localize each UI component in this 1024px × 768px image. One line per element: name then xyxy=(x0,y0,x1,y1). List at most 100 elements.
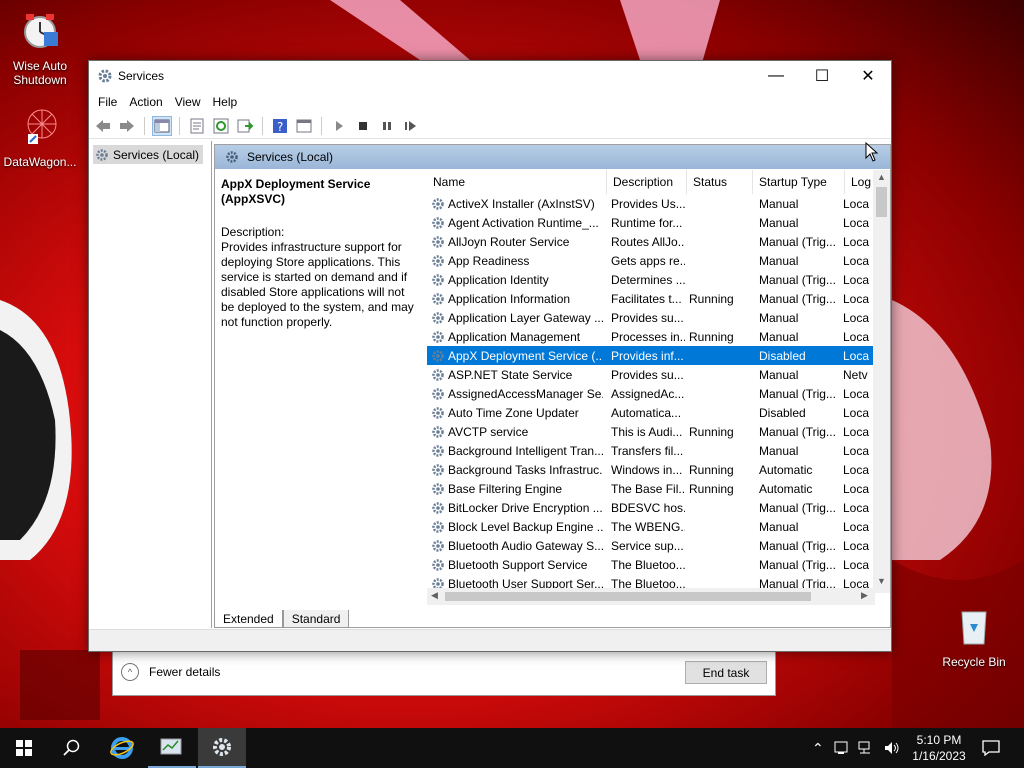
service-row[interactable]: Bluetooth Audio Gateway S... Service sup.… xyxy=(427,536,875,555)
refresh-icon[interactable] xyxy=(211,116,231,136)
menu-help[interactable]: Help xyxy=(207,95,244,109)
scroll-down-icon[interactable]: ▼ xyxy=(877,576,886,586)
close-button[interactable]: ✕ xyxy=(845,61,891,91)
stop-service-icon[interactable] xyxy=(353,116,373,136)
taskbar: ⌃ 5:10 PM 1/16/2023 xyxy=(0,728,1024,768)
service-row[interactable]: Base Filtering Engine The Base Fil... Runn… xyxy=(427,479,875,498)
description-label: Description: xyxy=(221,225,285,239)
notifications-button[interactable] xyxy=(968,728,1014,768)
scroll-up-icon[interactable]: ▲ xyxy=(877,172,886,182)
scroll-left-icon[interactable]: ◀ xyxy=(431,590,438,601)
restart-service-icon[interactable] xyxy=(401,116,421,136)
service-row[interactable]: ActiveX Installer (AxInstSV) Provides Us.… xyxy=(427,194,875,213)
service-name: Base Filtering Engine xyxy=(448,481,563,496)
fewer-details-toggle[interactable]: ^ Fewer details xyxy=(121,663,220,681)
service-gear-icon xyxy=(432,235,444,248)
service-row[interactable]: AssignedAccessManager Se... AssignedAc...… xyxy=(427,384,875,403)
back-arrow-icon[interactable] xyxy=(93,116,113,136)
service-logon-cell: Loca xyxy=(843,538,869,553)
service-logon-cell: Loca xyxy=(843,215,869,230)
service-row[interactable]: BitLocker Drive Encryption ... BDESVC hos… xyxy=(427,498,875,517)
forward-arrow-icon[interactable] xyxy=(117,116,137,136)
service-row[interactable]: AVCTP service This is Audi... Running Manua… xyxy=(427,422,875,441)
service-name: ActiveX Installer (AxInstSV) xyxy=(448,196,595,211)
service-row[interactable]: App Readiness Gets apps re... Manual Loca xyxy=(427,251,875,270)
network-globe-icon xyxy=(27,109,57,144)
service-row[interactable]: AllJoyn Router Service Routes AllJo... Man… xyxy=(427,232,875,251)
pause-service-icon[interactable] xyxy=(377,116,397,136)
action-center-tray-icon[interactable] xyxy=(834,741,848,755)
start-button[interactable] xyxy=(0,728,48,768)
menu-view[interactable]: View xyxy=(169,95,207,109)
service-description-cell: Provides Us... xyxy=(611,196,685,211)
toolbar-separator xyxy=(179,116,180,135)
export-list-icon[interactable] xyxy=(235,116,255,136)
service-row[interactable]: Application Identity Determines ... Manual… xyxy=(427,270,875,289)
menu-action[interactable]: Action xyxy=(123,95,168,109)
service-gear-icon xyxy=(432,558,444,571)
tree-item-services-local[interactable]: Services (Local) xyxy=(93,145,204,164)
service-name-cell: ActiveX Installer (AxInstSV) xyxy=(427,197,603,211)
desktop-icon-datawagon[interactable]: DataWagon... xyxy=(0,104,80,169)
pane-header: Services (Local) xyxy=(215,145,890,169)
taskbar-clock[interactable]: 5:10 PM 1/16/2023 xyxy=(904,732,974,764)
service-row[interactable]: Auto Time Zone Updater Automatica... Disab… xyxy=(427,403,875,422)
minimize-button[interactable]: — xyxy=(753,61,799,91)
service-row[interactable]: Application Management Processes in... Run… xyxy=(427,327,875,346)
show-hide-console-tree-icon[interactable] xyxy=(152,115,172,136)
help-icon[interactable]: ? xyxy=(270,116,290,136)
service-status-cell: Running xyxy=(689,291,734,306)
volume-icon[interactable] xyxy=(884,741,900,755)
scroll-right-icon[interactable]: ▶ xyxy=(861,590,868,601)
service-name: Application Management xyxy=(448,329,581,344)
search-button[interactable] xyxy=(48,728,96,768)
service-gear-icon xyxy=(432,482,444,495)
vertical-scrollbar[interactable]: ▲ ▼ xyxy=(873,170,890,593)
column-header-startup-type[interactable]: Startup Type xyxy=(753,170,845,194)
service-gear-icon xyxy=(432,520,444,533)
end-task-button[interactable]: End task xyxy=(685,661,767,684)
service-row[interactable]: Bluetooth Support Service The Bluetoo... M… xyxy=(427,555,875,574)
service-row[interactable]: Block Level Backup Engine ... The WBENG..… xyxy=(427,517,875,536)
description-text: Provides infrastructure support for depl… xyxy=(221,240,414,329)
service-logon-cell: Loca xyxy=(843,329,869,344)
service-name: Application Information xyxy=(448,291,571,306)
mouse-cursor-icon xyxy=(865,142,879,162)
service-name-cell: Agent Activation Runtime_... xyxy=(427,216,603,230)
title-bar[interactable]: Services — ☐ ✕ xyxy=(89,61,891,91)
menu-file[interactable]: File xyxy=(92,95,123,109)
service-gear-icon xyxy=(432,406,444,419)
service-description-panel: AppX Deployment Service (AppXSVC) Descri… xyxy=(221,177,421,330)
properties-icon[interactable] xyxy=(187,116,207,136)
service-name: Application Layer Gateway ... xyxy=(448,310,603,325)
service-row[interactable]: Background Intelligent Tran... Transfers … xyxy=(427,441,875,460)
service-row[interactable]: ASP.NET State Service Provides su... Manua… xyxy=(427,365,875,384)
tab-extended[interactable]: Extended xyxy=(214,610,283,628)
tab-standard[interactable]: Standard xyxy=(282,610,350,628)
desktop-icon-wise-auto-shutdown[interactable]: Wise Auto Shutdown xyxy=(0,8,80,87)
start-service-icon[interactable] xyxy=(329,116,349,136)
service-name-cell: App Readiness xyxy=(427,254,603,268)
service-row[interactable]: Application Information Facilitates t... R… xyxy=(427,289,875,308)
horizontal-scrollbar[interactable]: ◀ ▶ xyxy=(427,588,875,605)
taskbar-internet-explorer[interactable] xyxy=(98,728,146,768)
service-startup-cell: Automatic xyxy=(759,481,813,496)
network-icon[interactable] xyxy=(858,741,874,755)
scroll-thumb[interactable] xyxy=(876,187,887,217)
service-startup-cell: Manual (Trig... xyxy=(759,500,836,515)
service-row[interactable]: Background Tasks Infrastruc... Windows in… xyxy=(427,460,875,479)
service-row[interactable]: Application Layer Gateway ... Provides su… xyxy=(427,308,875,327)
column-header-status[interactable]: Status xyxy=(687,170,753,194)
service-logon-cell: Loca xyxy=(843,348,869,363)
maximize-button[interactable]: ☐ xyxy=(799,61,845,91)
toolbar-separator xyxy=(321,116,322,135)
column-header-description[interactable]: Description xyxy=(607,170,687,194)
desktop-icon-recycle-bin[interactable]: Recycle Bin xyxy=(934,604,1014,669)
scroll-thumb[interactable] xyxy=(445,592,811,601)
view-icon[interactable] xyxy=(294,116,314,136)
service-row[interactable]: Agent Activation Runtime_... Runtime for.… xyxy=(427,213,875,232)
taskbar-services[interactable] xyxy=(198,728,246,768)
chevron-up-icon[interactable]: ⌃ xyxy=(812,740,824,757)
taskbar-task-manager[interactable] xyxy=(148,728,196,768)
service-row[interactable]: AppX Deployment Service (... Provides inf… xyxy=(427,346,875,365)
